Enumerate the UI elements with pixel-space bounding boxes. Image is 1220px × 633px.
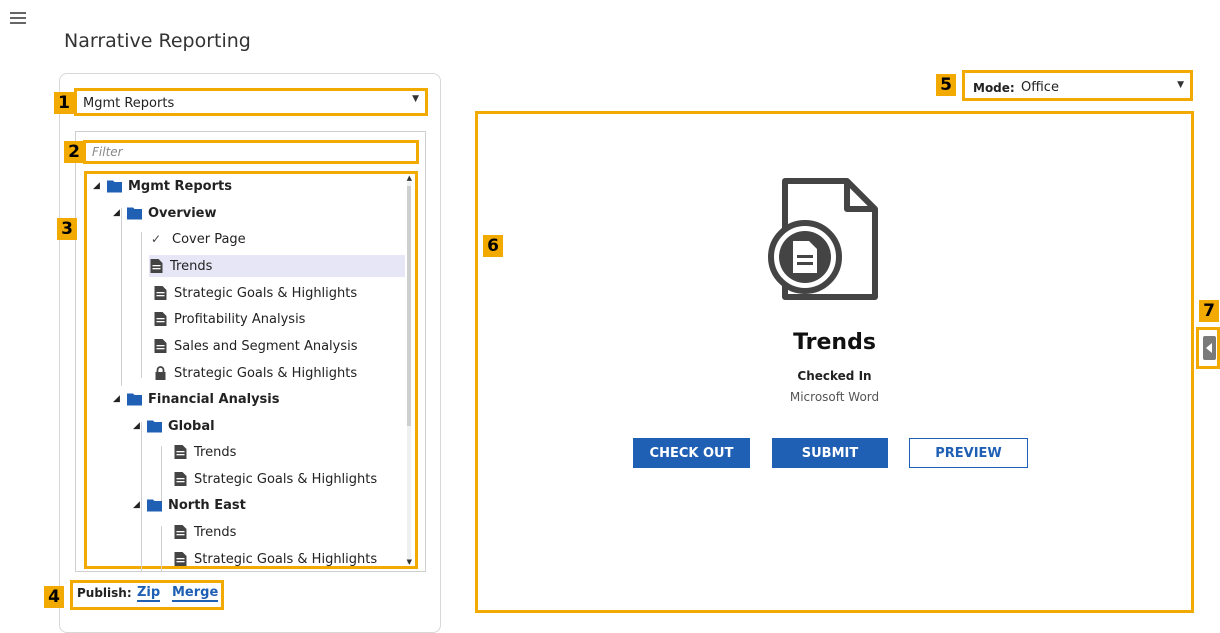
tree-item-profitability[interactable]: Profitability Analysis <box>153 308 305 330</box>
hamburger-menu-icon[interactable] <box>10 12 26 27</box>
folder-icon <box>127 207 142 220</box>
collapse-triangle-icon[interactable]: ◢ <box>113 394 127 404</box>
scroll-up-icon[interactable]: ▲ <box>407 174 412 182</box>
document-icon <box>174 445 187 459</box>
tree-node-root[interactable]: ◢ Mgmt Reports <box>93 175 232 197</box>
publish-bar: Publish: Zip Merge <box>70 580 224 610</box>
tree-node-financial-analysis[interactable]: ◢ Financial Analysis <box>113 388 280 410</box>
tree-item-label: Strategic Goals & Highlights <box>194 471 378 487</box>
tree-item-label: Strategic Goals & Highlights <box>194 551 378 567</box>
tree-node-label: North East <box>168 497 246 513</box>
document-icon <box>174 552 187 566</box>
tree-item-sales-segment[interactable]: Sales and Segment Analysis <box>153 335 358 357</box>
library-select[interactable]: Mgmt Reports ▼ <box>74 88 428 116</box>
mode-value: Office <box>1021 80 1059 95</box>
tree-item-label: Sales and Segment Analysis <box>174 338 358 354</box>
folder-icon <box>107 180 122 193</box>
tree-item-strategic-goals[interactable]: Strategic Goals & Highlights <box>153 282 357 304</box>
preview-button[interactable]: PREVIEW <box>909 438 1028 468</box>
chevron-left-icon[interactable] <box>1203 336 1216 360</box>
publish-label: Publish: <box>77 586 132 600</box>
chevron-down-icon: ▼ <box>1177 80 1184 90</box>
callout-2: 2 <box>64 141 84 163</box>
collapse-triangle-icon[interactable]: ◢ <box>133 421 147 431</box>
tree-node-north-east[interactable]: ◢ North East <box>133 494 246 516</box>
collapse-triangle-icon[interactable]: ◢ <box>133 500 147 510</box>
merge-link[interactable]: Merge <box>172 585 219 602</box>
tree-node-label: Financial Analysis <box>148 391 280 407</box>
callout-3: 3 <box>57 218 77 240</box>
filter-placeholder: Filter <box>92 145 123 159</box>
word-document-icon <box>768 178 878 300</box>
tree-item-label: Strategic Goals & Highlights <box>174 285 358 301</box>
tree-item-strategic-goals-locked[interactable]: Strategic Goals & Highlights <box>153 362 357 384</box>
folder-icon <box>127 393 142 406</box>
tree-node-label: Global <box>168 418 215 434</box>
checkmark-icon: ✓ <box>151 232 162 246</box>
callout-7: 7 <box>1199 300 1219 322</box>
chevron-down-icon: ▼ <box>412 94 419 104</box>
tree-item-ne-strategic[interactable]: Strategic Goals & Highlights <box>173 548 377 570</box>
collapse-triangle-icon[interactable]: ◢ <box>93 181 107 191</box>
tree-item-label: Cover Page <box>172 231 246 247</box>
side-panel-toggle[interactable] <box>1196 327 1220 369</box>
tree-node-global[interactable]: ◢ Global <box>133 415 215 437</box>
callout-1: 1 <box>54 92 74 114</box>
tree-node-label: Mgmt Reports <box>128 178 232 194</box>
document-status: Checked In <box>797 369 872 383</box>
folder-icon <box>147 420 162 433</box>
tree-item-label: Strategic Goals & Highlights <box>174 365 358 381</box>
tree-item-label: Trends <box>194 444 237 460</box>
tree-item-label: Profitability Analysis <box>174 311 306 327</box>
document-icon <box>150 259 163 273</box>
tree-item-ne-trends[interactable]: Trends <box>173 521 236 543</box>
mode-select[interactable]: Mode: Office ▼ <box>962 70 1193 101</box>
scroll-down-icon[interactable]: ▼ <box>407 558 412 566</box>
lock-icon <box>155 366 166 380</box>
tree-node-label: Overview <box>148 205 217 221</box>
check-out-button[interactable]: CHECK OUT <box>633 438 750 468</box>
library-select-value: Mgmt Reports <box>83 96 175 111</box>
document-icon <box>154 312 167 326</box>
document-icon <box>154 286 167 300</box>
document-icon <box>174 472 187 486</box>
folder-icon <box>147 499 162 512</box>
document-icon <box>154 339 167 353</box>
tree-item-label: Trends <box>194 524 237 540</box>
tree-item-global-strategic[interactable]: Strategic Goals & Highlights <box>173 468 377 490</box>
tree-item-cover-page[interactable]: ✓ Cover Page <box>151 228 246 250</box>
zip-link[interactable]: Zip <box>137 585 161 602</box>
filter-input[interactable]: Filter <box>83 140 419 164</box>
document-app: Microsoft Word <box>789 390 880 404</box>
mode-label: Mode: <box>973 81 1015 95</box>
tree-item-label: Trends <box>170 258 213 274</box>
document-title: Trends <box>793 330 876 355</box>
document-icon <box>174 525 187 539</box>
tree-item-trends-selected[interactable]: Trends <box>149 255 405 277</box>
document-tree: ▲ ▼ ◢ Mgmt Reports ◢ Overview ✓ Cover Pa… <box>84 171 418 572</box>
collapse-triangle-icon[interactable]: ◢ <box>113 208 127 218</box>
callout-4: 4 <box>44 586 64 608</box>
submit-button[interactable]: SUBMIT <box>772 438 888 468</box>
callout-5: 5 <box>936 74 956 96</box>
tree-node-overview[interactable]: ◢ Overview <box>113 202 217 224</box>
app-title: Narrative Reporting <box>64 30 251 52</box>
tree-scrollbar-thumb[interactable] <box>407 186 411 426</box>
tree-item-global-trends[interactable]: Trends <box>173 441 236 463</box>
